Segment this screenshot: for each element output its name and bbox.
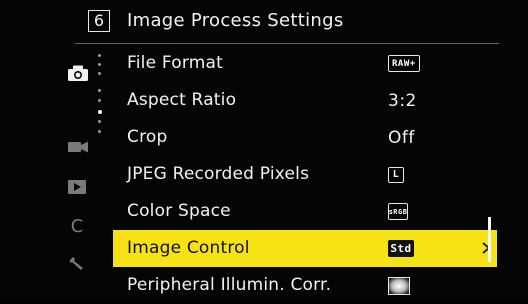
menu-item-color-space[interactable]: Color Space sRGB [113,193,497,230]
menu-item-value: L [388,156,404,193]
menu-item-value: sRGB [388,193,408,230]
menu-item-value: Off [388,127,415,148]
menu-item-label: Color Space [127,201,231,221]
menu-item-peripheral-illumin-corr[interactable]: Peripheral Illumin. Corr. [113,267,497,304]
menu-item-crop[interactable]: Crop Off [113,119,497,156]
menu-item-jpeg-recorded-pixels[interactable]: JPEG Recorded Pixels L [113,156,497,193]
raw-plus-badge: RAW+ [388,55,420,72]
menu-item-label: Image Control [127,238,250,258]
camera-menu-screen: 6 Image Process Settings C File Format R… [0,0,528,301]
menu-item-label: Crop [127,127,168,147]
menu-item-label: Aspect Ratio [127,90,237,110]
menu-item-aspect-ratio[interactable]: Aspect Ratio 3:2 [113,82,497,119]
menu-list: File Format RAW+ Aspect Ratio 3:2 Crop O… [0,0,528,301]
menu-item-value: Std [388,230,414,267]
menu-item-file-format[interactable]: File Format RAW+ [113,45,497,82]
vignette-icon [388,276,410,295]
menu-item-image-control[interactable]: Image Control Std [113,230,497,267]
menu-item-value: 3:2 [388,90,417,111]
std-badge: Std [388,240,414,257]
scrollbar-thumb[interactable] [488,217,491,262]
menu-item-label: Peripheral Illumin. Corr. [127,275,332,295]
menu-item-value: RAW+ [388,45,420,82]
menu-item-value [388,267,410,304]
srgb-badge: sRGB [388,203,408,220]
menu-item-label: JPEG Recorded Pixels [127,164,310,184]
size-l-badge: L [388,166,404,183]
menu-item-label: File Format [127,53,223,73]
